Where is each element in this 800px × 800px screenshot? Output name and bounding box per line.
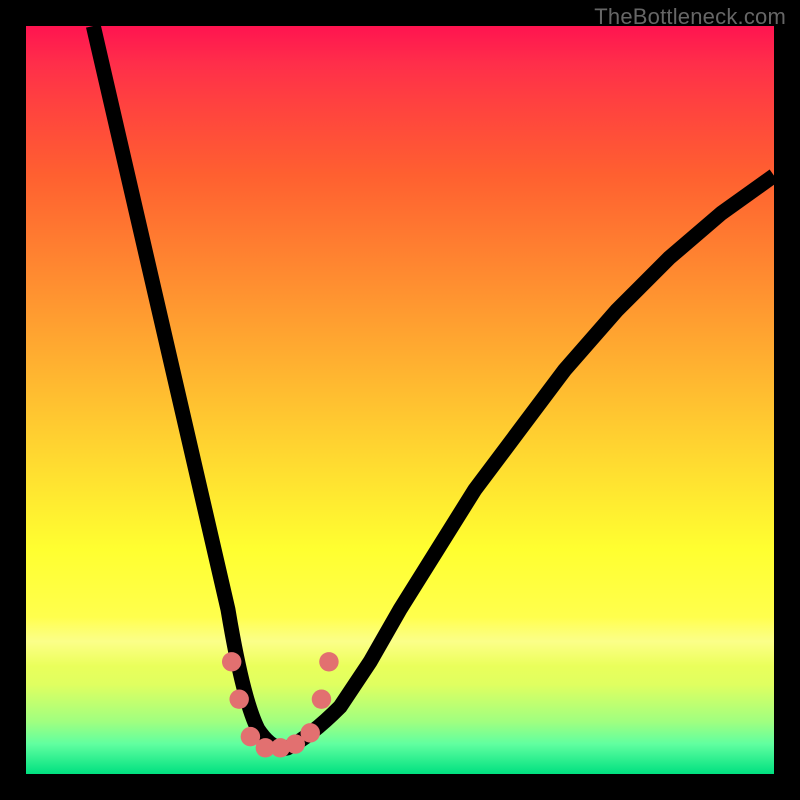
highlight-dots <box>26 26 774 774</box>
dot <box>301 723 320 742</box>
dot <box>312 689 331 708</box>
chart-frame <box>26 26 774 774</box>
dot <box>319 652 338 671</box>
dot <box>229 689 248 708</box>
dot <box>222 652 241 671</box>
